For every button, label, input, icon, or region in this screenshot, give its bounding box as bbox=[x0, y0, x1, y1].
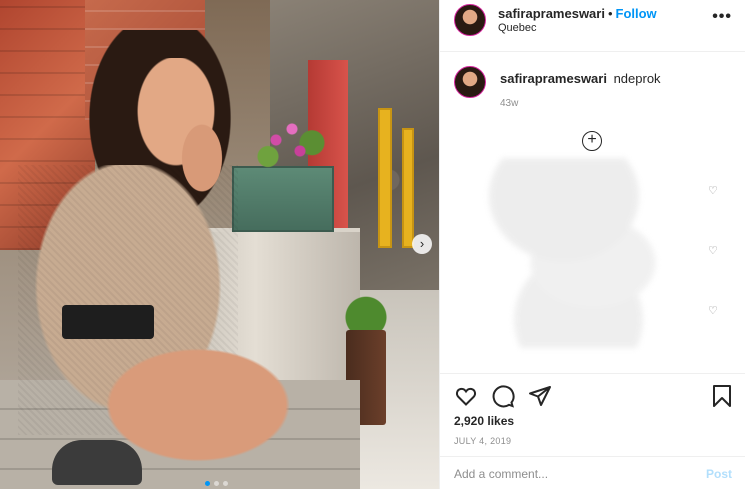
comment-bubble-icon[interactable] bbox=[491, 384, 515, 408]
small-heart-icon[interactable]: ♡ bbox=[708, 184, 718, 197]
yellow-shutter bbox=[402, 128, 414, 248]
more-options-icon[interactable]: ••• bbox=[712, 8, 732, 26]
avatar[interactable] bbox=[454, 4, 486, 36]
likes-count[interactable]: 2,920 likes bbox=[454, 414, 514, 428]
follow-button[interactable]: Follow bbox=[616, 6, 657, 21]
comment-input[interactable] bbox=[454, 465, 684, 483]
header-line: safiraprameswari • Follow bbox=[498, 6, 657, 21]
caption-body: ndeprok bbox=[613, 71, 661, 86]
caption: safiraprameswari ndeprok bbox=[454, 66, 734, 106]
carousel-indicator bbox=[205, 481, 228, 486]
flowers bbox=[252, 118, 332, 173]
post-photo[interactable]: › bbox=[0, 0, 439, 489]
chevron-right-icon[interactable]: › bbox=[412, 234, 432, 254]
shoe bbox=[52, 440, 142, 485]
heart-icon[interactable] bbox=[454, 384, 478, 408]
post-button[interactable]: Post bbox=[706, 467, 732, 481]
black-clutch bbox=[62, 305, 154, 339]
post-date: JULY 4, 2019 bbox=[454, 436, 512, 446]
small-heart-icon[interactable]: ♡ bbox=[708, 304, 718, 317]
avatar[interactable] bbox=[454, 66, 486, 98]
location-link[interactable]: Quebec bbox=[498, 22, 537, 34]
person-hand bbox=[178, 118, 226, 198]
post-details-panel: safiraprameswari • Follow Quebec ••• safir… bbox=[439, 0, 745, 489]
bookmark-icon[interactable] bbox=[710, 384, 734, 408]
caption-text: safiraprameswari ndeprok bbox=[500, 71, 661, 86]
comments-list bbox=[448, 158, 738, 348]
caption-time: 43w bbox=[500, 98, 519, 109]
post-header: safiraprameswari • Follow Quebec ••• bbox=[440, 0, 745, 52]
yellow-shutter bbox=[378, 108, 392, 248]
action-bar bbox=[440, 373, 745, 418]
caption-username[interactable]: safiraprameswari bbox=[500, 71, 607, 86]
carousel-dot bbox=[205, 481, 210, 486]
paper-plane-icon[interactable] bbox=[528, 384, 552, 408]
separator: • bbox=[607, 6, 613, 21]
add-comment-bar: Post bbox=[440, 456, 745, 489]
carousel-dot bbox=[223, 481, 228, 486]
plus-circle-icon[interactable]: + bbox=[582, 131, 602, 151]
username-link[interactable]: safiraprameswari bbox=[498, 6, 605, 21]
carousel-dot bbox=[214, 481, 219, 486]
small-heart-icon[interactable]: ♡ bbox=[708, 244, 718, 257]
